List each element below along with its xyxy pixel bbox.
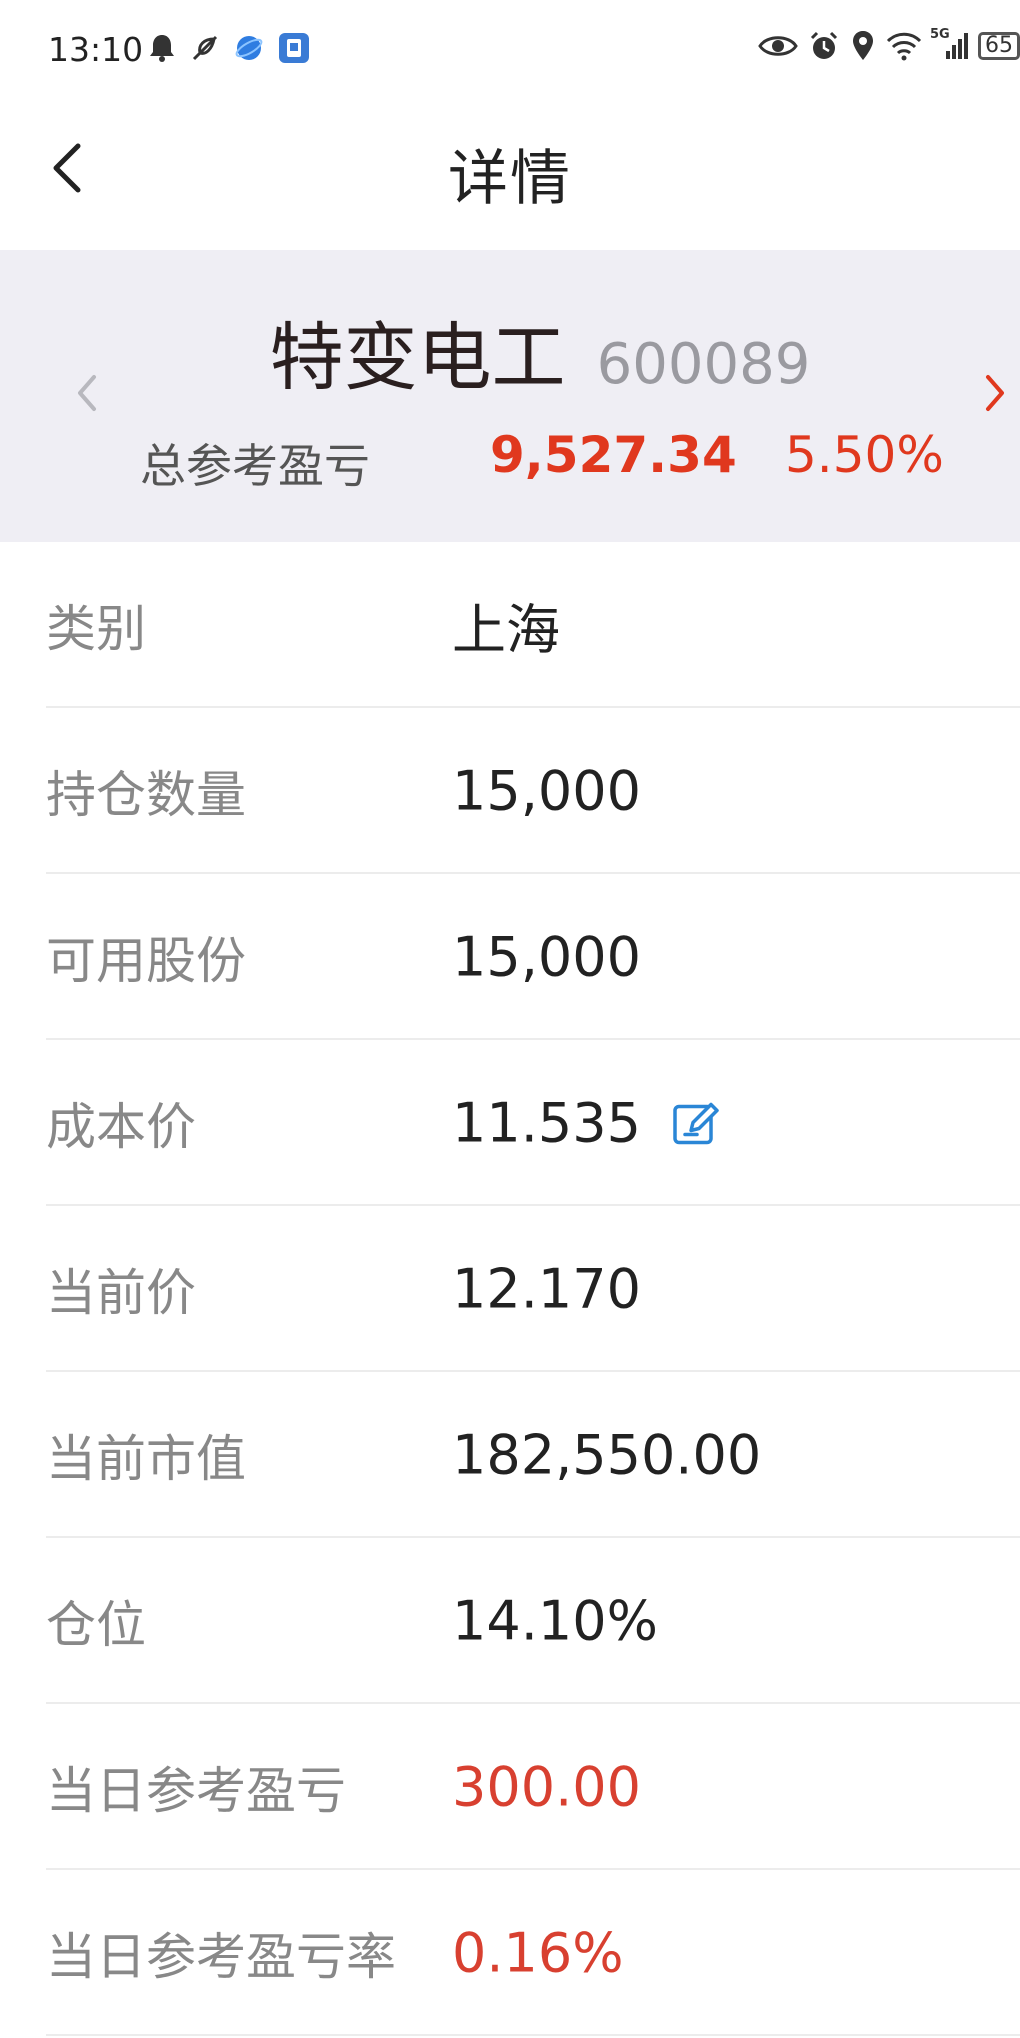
total-pnl-value: 9,527.34	[490, 426, 737, 484]
row-value: 上海	[452, 598, 560, 662]
network-label: 5G	[930, 27, 950, 42]
5g-signal-icon: 5G	[930, 27, 968, 61]
row-value: 15,000	[452, 925, 641, 989]
row-label: 类别	[46, 600, 146, 658]
detail-row-market-value: 当前市值 182,550.00	[0, 1372, 1020, 1538]
row-label: 当日参考盈亏率	[46, 1928, 396, 1986]
row-value: 14.10%	[452, 1589, 658, 1653]
page-title: 详情	[448, 144, 572, 214]
stock-header: 特变电工 600089	[0, 298, 1020, 405]
leaf-icon	[192, 35, 218, 61]
detail-row-available-shares: 可用股份 15,000	[0, 874, 1020, 1040]
detail-row-position-ratio: 仓位 14.10%	[0, 1538, 1020, 1704]
row-value: 300.00	[452, 1755, 641, 1819]
detail-row-cost-price: 成本价 11.535	[0, 1040, 1020, 1206]
next-stock-button[interactable]	[978, 365, 1012, 421]
row-label: 当前价	[46, 1264, 196, 1322]
nav-bar: 详情	[0, 100, 1020, 250]
detail-row-current-price: 当前价 12.170	[0, 1206, 1020, 1372]
row-value: 15,000	[452, 759, 641, 823]
row-label: 当日参考盈亏	[46, 1762, 346, 1820]
total-pnl-label: 总参考盈亏	[140, 439, 370, 493]
detail-row-daily-pnl: 当日参考盈亏 300.00	[0, 1704, 1020, 1870]
row-label: 成本价	[46, 1098, 196, 1156]
total-pnl-percent: 5.50%	[785, 426, 944, 484]
row-value: 12.170	[452, 1257, 641, 1321]
stock-code: 600089	[596, 332, 811, 397]
row-value-container: 11.535	[452, 1092, 721, 1155]
status-bar: 13:10 5G 65	[0, 0, 1020, 100]
row-value: 0.16%	[452, 1921, 624, 1985]
divider	[46, 2034, 1020, 2036]
battery-level: 65	[985, 33, 1013, 58]
detail-row-holding-qty: 持仓数量 15,000	[0, 708, 1020, 874]
system-icons: 5G 65	[758, 27, 1020, 62]
prev-stock-button[interactable]	[70, 365, 104, 421]
detail-row-category: 类别 上海	[0, 542, 1020, 708]
battery-icon: 65	[978, 32, 1020, 60]
row-label: 持仓数量	[46, 766, 246, 824]
detail-row-daily-pnl-rate: 当日参考盈亏率 0.16%	[0, 1870, 1020, 2036]
alarm-icon	[810, 31, 838, 59]
chevron-left-icon	[78, 375, 96, 411]
wifi-icon	[886, 32, 922, 61]
stock-name: 特变电工	[269, 315, 566, 401]
chevron-right-icon	[986, 375, 1004, 411]
edit-icon[interactable]	[671, 1098, 721, 1148]
app-badge-icon	[279, 33, 309, 63]
status-time: 13:10	[48, 30, 144, 69]
eye-icon	[758, 36, 798, 56]
row-value: 182,550.00	[452, 1423, 762, 1487]
stock-summary: 特变电工 600089 总参考盈亏 9,527.34 5.50%	[0, 250, 1020, 542]
globe-app-icon	[235, 36, 263, 60]
detail-list: 类别 上海 持仓数量 15,000 可用股份 15,000 成本价 11.535…	[0, 542, 1020, 2036]
notification-icons	[148, 32, 310, 64]
row-value: 11.535	[452, 1091, 641, 1155]
bell-icon	[150, 35, 174, 62]
row-label: 可用股份	[46, 932, 246, 990]
location-icon	[853, 31, 873, 60]
row-label: 当前市值	[46, 1430, 246, 1488]
row-label: 仓位	[46, 1596, 146, 1654]
